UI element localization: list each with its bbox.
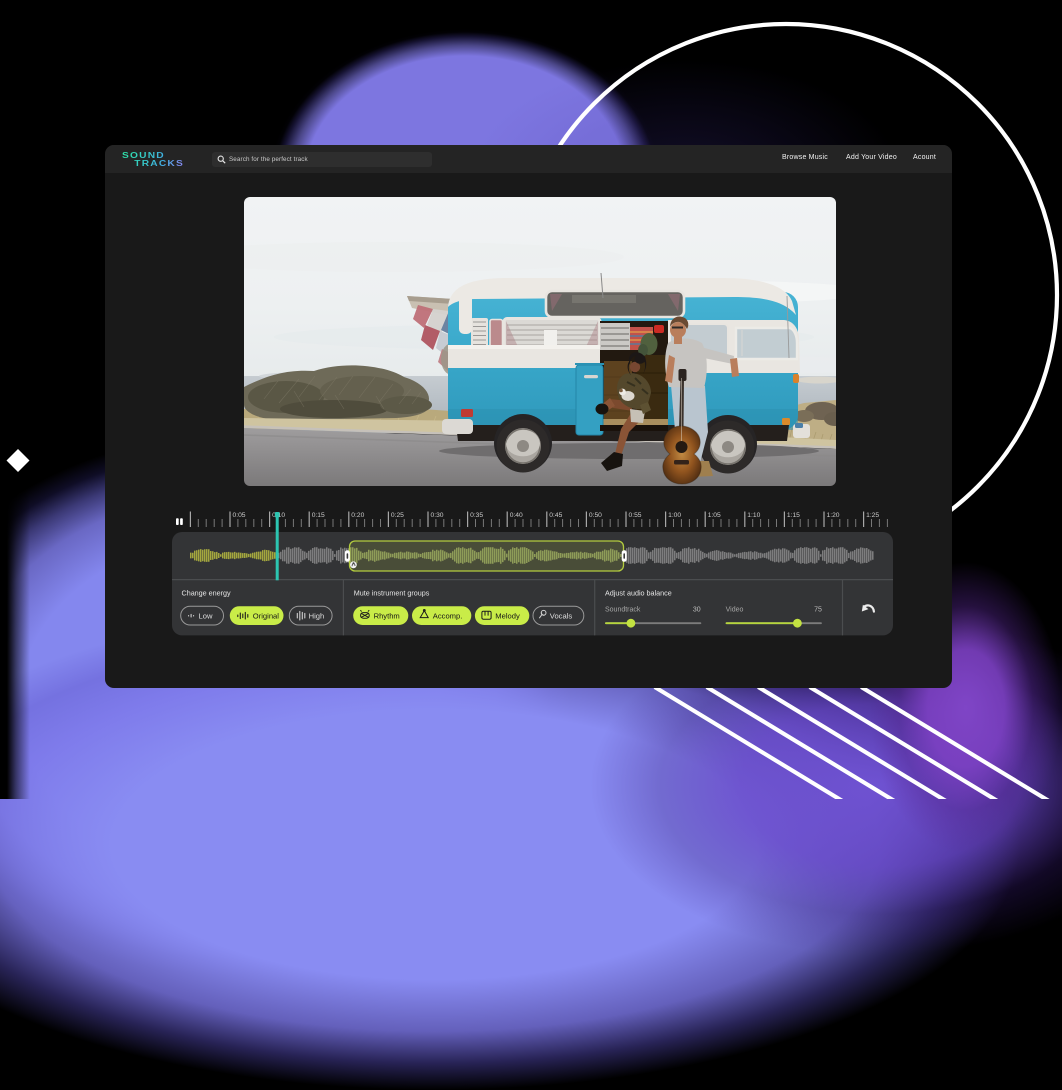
svg-text:30: 30 <box>693 607 701 614</box>
svg-text:0:20: 0:20 <box>351 512 364 519</box>
svg-text:0:50: 0:50 <box>589 512 602 519</box>
svg-text:0:35: 0:35 <box>470 512 483 519</box>
svg-text:Adjust audio balance: Adjust audio balance <box>605 589 672 598</box>
svg-text:Video: Video <box>726 607 744 614</box>
svg-text:1:05: 1:05 <box>708 512 721 519</box>
svg-text:1:10: 1:10 <box>747 512 760 519</box>
svg-text:0:45: 0:45 <box>549 512 562 519</box>
svg-text:0:30: 0:30 <box>431 512 444 519</box>
svg-text:Low: Low <box>199 611 213 620</box>
svg-text:Soundtrack: Soundtrack <box>605 607 641 614</box>
svg-text:High: High <box>309 611 325 620</box>
svg-text:0:05: 0:05 <box>233 512 246 519</box>
svg-text:1:15: 1:15 <box>787 512 800 519</box>
svg-text:0:55: 0:55 <box>629 512 642 519</box>
svg-text:1:20: 1:20 <box>827 512 840 519</box>
svg-text:0:25: 0:25 <box>391 512 404 519</box>
svg-text:1:00: 1:00 <box>668 512 681 519</box>
svg-text:Accomp.: Accomp. <box>433 611 463 620</box>
svg-text:Vocals: Vocals <box>550 611 573 620</box>
svg-text:Change energy: Change energy <box>182 589 232 598</box>
svg-text:0:40: 0:40 <box>510 512 523 519</box>
svg-text:Rhythm: Rhythm <box>374 611 400 620</box>
svg-text:Melody: Melody <box>495 611 520 620</box>
svg-text:1:25: 1:25 <box>866 512 879 519</box>
svg-text:0:15: 0:15 <box>312 512 325 519</box>
svg-text:75: 75 <box>814 607 822 614</box>
svg-text:Mute instrument groups: Mute instrument groups <box>354 589 430 598</box>
svg-text:Original: Original <box>253 611 279 620</box>
